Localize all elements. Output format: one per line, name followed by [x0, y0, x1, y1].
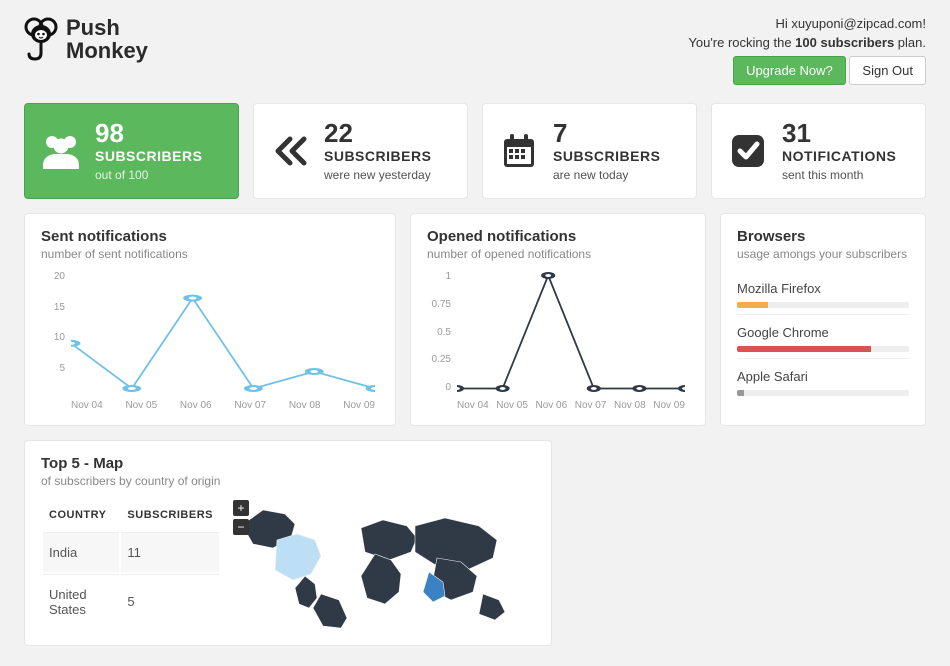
- browser-item: Apple Safari: [737, 358, 909, 402]
- card-sub: sent this month: [782, 168, 896, 182]
- card-label: SUBSCRIBERS: [95, 148, 202, 164]
- browser-name: Mozilla Firefox: [737, 281, 909, 296]
- map-table: COUNTRYSUBSCRIBERS India11United States5: [41, 498, 221, 631]
- stat-card: 31 NOTIFICATIONS sent this month: [711, 103, 926, 199]
- browser-bar: [737, 302, 909, 308]
- stat-card: 98 SUBSCRIBERS out of 100: [24, 103, 239, 199]
- users-icon: [39, 129, 83, 173]
- card-value: 7: [553, 120, 660, 146]
- sent-panel: Sent notifications number of sent notifi…: [24, 213, 396, 426]
- zoom-in-button[interactable]: +: [233, 500, 249, 516]
- panel-title: Top 5 - Map: [41, 455, 535, 472]
- card-label: NOTIFICATIONS: [782, 148, 896, 164]
- browser-bar: [737, 390, 909, 396]
- card-sub: are new today: [553, 168, 660, 182]
- sent-chart: 2015105Nov 04Nov 05Nov 06Nov 07Nov 08Nov…: [41, 271, 379, 411]
- table-row: United States5: [43, 574, 219, 629]
- chevrons-left-icon: [268, 129, 312, 173]
- map-panel: Top 5 - Map of subscribers by country of…: [24, 440, 552, 646]
- browsers-panel: Browsers usage amongs your subscribers M…: [720, 213, 926, 426]
- monkey-icon: [24, 17, 58, 61]
- browser-bar: [737, 346, 909, 352]
- card-label: SUBSCRIBERS: [553, 148, 660, 164]
- logo-text: PushMonkey: [66, 16, 148, 62]
- greeting: Hi xuyuponi@zipcad.com!: [688, 16, 926, 31]
- signout-button[interactable]: Sign Out: [849, 56, 926, 85]
- check-square-icon: [726, 129, 770, 173]
- opened-chart: 10.750.50.250Nov 04Nov 05Nov 06Nov 07Nov…: [427, 271, 689, 411]
- browser-item: Mozilla Firefox: [737, 271, 909, 314]
- panel-title: Browsers: [737, 228, 909, 245]
- stat-card: 22 SUBSCRIBERS were new yesterday: [253, 103, 468, 199]
- browser-item: Google Chrome: [737, 314, 909, 358]
- table-row: India11: [43, 532, 219, 571]
- opened-panel: Opened notifications number of opened no…: [410, 213, 706, 426]
- calendar-icon: [497, 129, 541, 173]
- browser-name: Google Chrome: [737, 325, 909, 340]
- card-sub: out of 100: [95, 168, 202, 182]
- panel-title: Sent notifications: [41, 228, 379, 245]
- card-value: 98: [95, 120, 202, 146]
- stat-card: 7 SUBSCRIBERS are new today: [482, 103, 697, 199]
- card-value: 22: [324, 120, 431, 146]
- upgrade-button[interactable]: Upgrade Now?: [733, 56, 846, 85]
- panel-title: Opened notifications: [427, 228, 689, 245]
- card-label: SUBSCRIBERS: [324, 148, 431, 164]
- world-map[interactable]: [231, 498, 531, 628]
- card-value: 31: [782, 120, 896, 146]
- logo: PushMonkey: [24, 16, 148, 62]
- card-sub: were new yesterday: [324, 168, 431, 182]
- zoom-out-button[interactable]: −: [233, 519, 249, 535]
- browser-name: Apple Safari: [737, 369, 909, 384]
- plan-line: You're rocking the 100 subscribers plan.: [688, 35, 926, 50]
